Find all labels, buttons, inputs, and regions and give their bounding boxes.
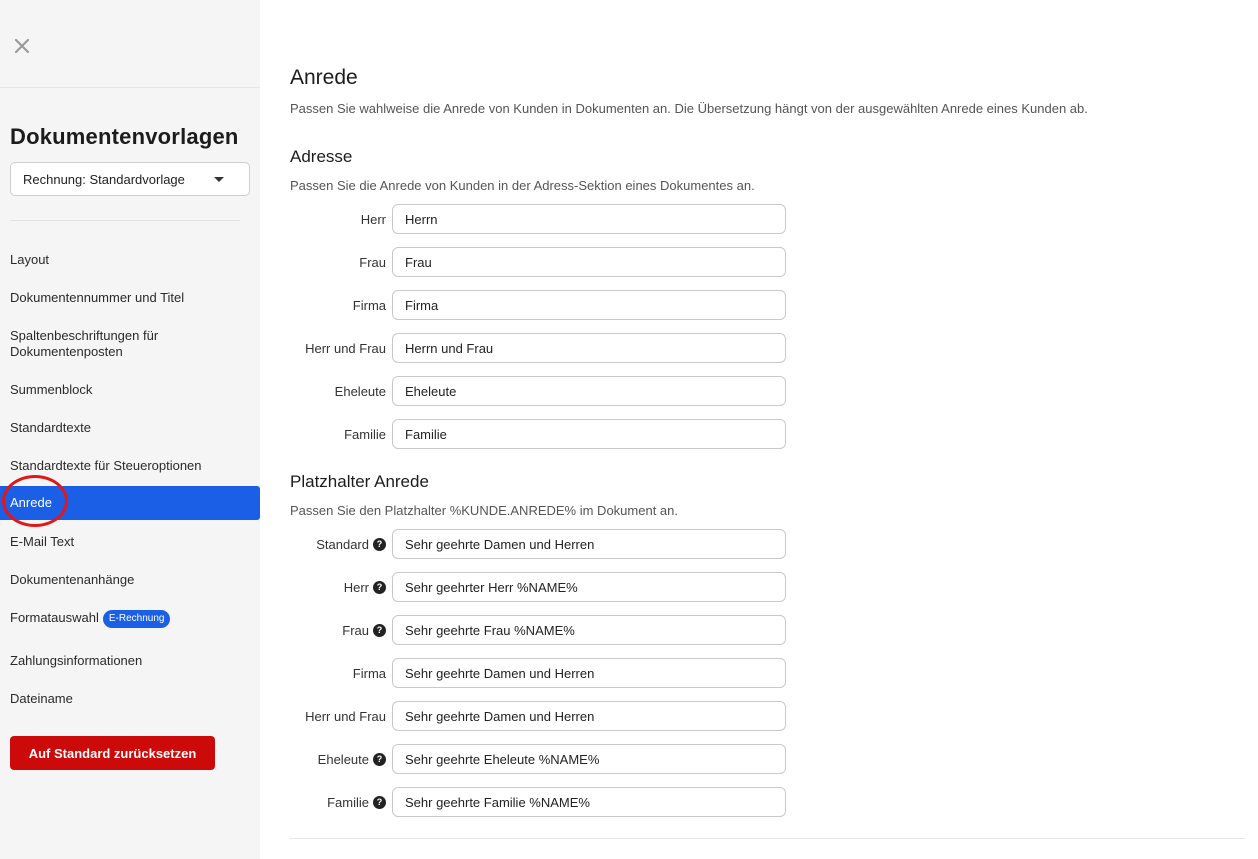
placeholder-eheleute-input[interactable] xyxy=(392,744,786,774)
sidebar-item-standardtexte[interactable]: Standardtexte xyxy=(0,420,260,436)
sidebar-item-formatauswahl[interactable]: Formatauswahl E-Rechnung xyxy=(0,610,260,628)
address-herr-und-frau-input[interactable] xyxy=(392,333,786,363)
help-icon[interactable]: ? xyxy=(373,623,386,637)
address-row-firma: Firma xyxy=(290,290,786,320)
help-icon[interactable]: ? xyxy=(373,580,386,594)
address-row-herr: Herr xyxy=(290,204,786,234)
sidebar-item-label: Formatauswahl xyxy=(10,610,99,625)
sidebar-item-label: Spaltenbeschriftungen für Dokumentenpost… xyxy=(10,328,159,359)
field-label: Frau? xyxy=(342,615,386,645)
placeholder-row-firma: Firma xyxy=(290,658,786,688)
sidebar: Dokumentenvorlagen Rechnung: Standardvor… xyxy=(0,0,260,859)
placeholder-herr-input[interactable] xyxy=(392,572,786,602)
placeholder-row-frau: Frau? xyxy=(290,615,786,645)
address-section-title: Adresse xyxy=(290,147,353,166)
field-label: Frau xyxy=(359,254,386,270)
address-eheleute-input[interactable] xyxy=(392,376,786,406)
sidebar-item-label: Dateiname xyxy=(10,691,73,706)
help-icon[interactable]: ? xyxy=(373,537,386,551)
field-label: Herr xyxy=(360,211,386,227)
field-label: Familie? xyxy=(327,787,386,817)
sidebar-item-label: Dokumentenanhänge xyxy=(10,572,135,587)
page-description: Passen Sie wahlweise die Anrede von Kund… xyxy=(290,101,1088,116)
e-rechnung-badge: E-Rechnung xyxy=(102,610,171,628)
address-row-herr-und-frau: Herr und Frau xyxy=(290,333,786,363)
sidebar-item-label: Standardtexte xyxy=(10,420,91,435)
field-label: Herr und Frau xyxy=(305,708,386,724)
field-label: Firma xyxy=(352,297,386,313)
address-section-description: Passen Sie die Anrede von Kunden in der … xyxy=(290,178,755,193)
address-row-familie: Familie xyxy=(290,419,786,449)
help-icon[interactable]: ? xyxy=(373,752,386,766)
field-label: Herr und Frau xyxy=(305,340,386,356)
placeholder-herr-und-frau-input[interactable] xyxy=(392,701,786,731)
address-firma-input[interactable] xyxy=(392,290,786,320)
main-content: Anrede Passen Sie wahlweise die Anrede v… xyxy=(290,0,1245,859)
sidebar-item-label: Layout xyxy=(10,252,50,267)
sidebar-item-zahlungsinformationen[interactable]: Zahlungsinformationen xyxy=(0,653,260,669)
placeholder-standard-input[interactable] xyxy=(392,529,786,559)
placeholder-frau-input[interactable] xyxy=(392,615,786,645)
placeholder-row-herr: Herr? xyxy=(290,572,786,602)
help-icon[interactable]: ? xyxy=(373,795,386,809)
placeholder-row-familie: Familie? xyxy=(290,787,786,817)
placeholder-firma-input[interactable] xyxy=(392,658,786,688)
sidebar-item-label: Dokumentennummer und Titel xyxy=(10,290,185,305)
sidebar-divider xyxy=(0,87,260,88)
sidebar-item-steueroptionen[interactable]: Standardtexte für Steueroptionen xyxy=(0,458,260,474)
placeholder-row-eheleute: Eheleute? xyxy=(290,744,786,774)
sidebar-item-label: Summenblock xyxy=(10,382,93,397)
reset-to-default-button[interactable]: Auf Standard zurücksetzen xyxy=(10,736,215,770)
sidebar-divider xyxy=(10,220,240,221)
sidebar-item-label: Zahlungsinformationen xyxy=(10,653,143,668)
sidebar-item-summenblock[interactable]: Summenblock xyxy=(0,382,260,398)
address-familie-input[interactable] xyxy=(392,419,786,449)
chevron-down-icon xyxy=(214,177,224,182)
placeholder-row-herr-und-frau: Herr und Frau xyxy=(290,701,786,731)
sidebar-item-dokumentenanhaenge[interactable]: Dokumentenanhänge xyxy=(0,572,260,588)
sidebar-item-spaltenbeschriftungen[interactable]: Spaltenbeschriftungen für Dokumentenpost… xyxy=(0,328,190,360)
placeholder-section-title: Platzhalter Anrede xyxy=(290,472,429,491)
sidebar-item-anrede[interactable]: Anrede xyxy=(0,486,260,520)
sidebar-item-dokumentennummer[interactable]: Dokumentennummer und Titel xyxy=(0,290,260,306)
field-label: Familie xyxy=(344,426,386,442)
placeholder-row-standard: Standard? xyxy=(290,529,786,559)
sidebar-title: Dokumentenvorlagen xyxy=(10,124,239,149)
placeholder-section-description: Passen Sie den Platzhalter %KUNDE.ANREDE… xyxy=(290,503,678,518)
field-label: Herr? xyxy=(344,572,386,602)
address-frau-input[interactable] xyxy=(392,247,786,277)
field-label: Eheleute? xyxy=(318,744,386,774)
field-label: Eheleute xyxy=(334,383,386,399)
address-row-eheleute: Eheleute xyxy=(290,376,786,406)
address-row-frau: Frau xyxy=(290,247,786,277)
sidebar-item-email-text[interactable]: E-Mail Text xyxy=(0,534,260,550)
close-icon[interactable] xyxy=(13,37,33,57)
template-select-value: Rechnung: Standardvorlage xyxy=(23,171,185,187)
placeholder-familie-input[interactable] xyxy=(392,787,786,817)
field-label: Firma xyxy=(352,665,386,681)
address-herr-input[interactable] xyxy=(392,204,786,234)
template-select[interactable]: Rechnung: Standardvorlage xyxy=(10,162,250,196)
bottom-divider xyxy=(290,838,1245,839)
sidebar-item-label: Standardtexte für Steueroptionen xyxy=(10,458,202,473)
sidebar-item-label: E-Mail Text xyxy=(10,534,75,549)
sidebar-item-dateiname[interactable]: Dateiname xyxy=(0,691,260,707)
field-label: Standard? xyxy=(316,529,386,559)
sidebar-item-layout[interactable]: Layout xyxy=(0,252,260,268)
page-title: Anrede xyxy=(290,66,358,89)
sidebar-item-label: Anrede xyxy=(10,495,52,510)
